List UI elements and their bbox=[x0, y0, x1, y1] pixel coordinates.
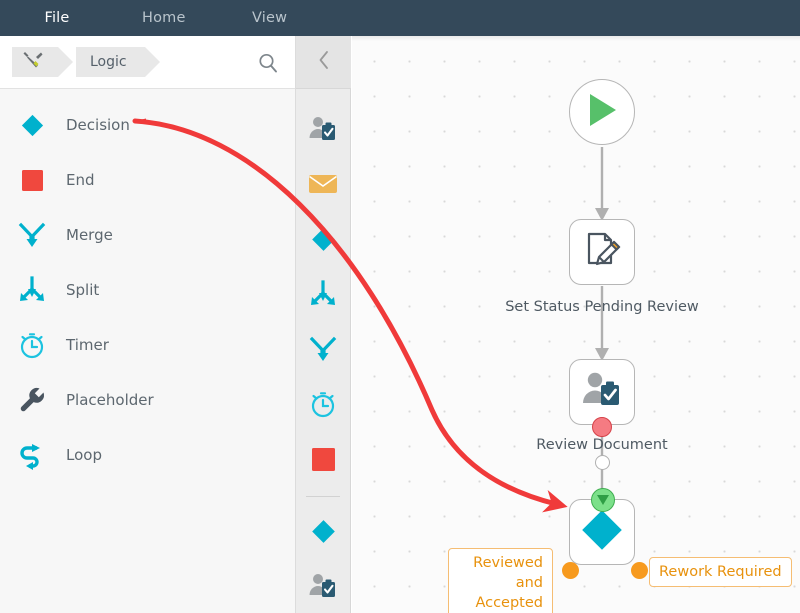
diamond-icon bbox=[308, 224, 338, 258]
palette-item-decision[interactable]: Decision bbox=[0, 97, 295, 152]
palette-item-placeholder[interactable]: Placeholder bbox=[0, 372, 295, 427]
envelope-icon bbox=[308, 173, 338, 199]
menu-item-file[interactable]: File bbox=[38, 10, 76, 26]
chevron-left-icon bbox=[316, 49, 332, 75]
palette-item-end[interactable]: End bbox=[0, 152, 295, 207]
palette-item-timer[interactable]: Timer bbox=[0, 317, 295, 372]
user-task-icon bbox=[580, 369, 624, 415]
left-panel: Logic Decision End Merge Split Timer Pla… bbox=[0, 36, 296, 613]
alarm-clock-icon bbox=[308, 389, 338, 423]
breadcrumb: Logic bbox=[12, 47, 160, 77]
branch-port-right[interactable] bbox=[631, 562, 648, 579]
strip-item-end[interactable] bbox=[296, 433, 350, 488]
breadcrumb-item-logic[interactable]: Logic bbox=[76, 47, 160, 77]
branch-port-left[interactable] bbox=[562, 562, 579, 579]
loop-icon bbox=[12, 438, 52, 472]
workflow-canvas[interactable]: Set Status Pending Review Review Documen… bbox=[352, 36, 800, 613]
palette-item-split[interactable]: Split bbox=[0, 262, 295, 317]
strip-item-email[interactable] bbox=[296, 158, 350, 213]
main-menubar: File Home View bbox=[0, 0, 800, 36]
node-label-review-document: Review Document bbox=[536, 437, 668, 453]
tool-strip-list bbox=[296, 89, 350, 613]
triangle-down-icon bbox=[597, 495, 609, 505]
palette-item-label: Merge bbox=[66, 225, 113, 244]
palette-item-label: Placeholder bbox=[66, 390, 154, 409]
node-label-set-status: Set Status Pending Review bbox=[505, 299, 699, 315]
strip-item-merge[interactable] bbox=[296, 323, 350, 378]
merge-arrow-icon bbox=[308, 334, 338, 368]
palette-item-label: Loop bbox=[66, 445, 102, 464]
canvas-top-shadow bbox=[352, 36, 800, 41]
palette-item-loop[interactable]: Loop bbox=[0, 427, 295, 482]
collapse-panel-button[interactable] bbox=[296, 36, 351, 89]
branch-label-reviewed-accepted[interactable]: Reviewed and Accepted bbox=[448, 548, 553, 613]
breadcrumb-bar: Logic bbox=[0, 36, 295, 89]
tools-icon bbox=[22, 50, 44, 74]
tool-strip bbox=[296, 36, 351, 613]
user-task-icon bbox=[308, 115, 338, 147]
strip-item-user-task-2[interactable] bbox=[296, 560, 350, 613]
node-badge-decision[interactable] bbox=[591, 488, 615, 512]
connector-handle[interactable] bbox=[595, 455, 610, 470]
square-icon bbox=[12, 163, 52, 197]
diamond-icon bbox=[12, 108, 52, 142]
node-review-document[interactable] bbox=[569, 359, 635, 425]
split-arrow-icon bbox=[308, 279, 338, 313]
strip-item-decision[interactable] bbox=[296, 213, 350, 268]
shape-palette-list: Decision End Merge Split Timer Placehold… bbox=[0, 89, 295, 482]
branch-label-rework-required[interactable]: Rework Required bbox=[649, 557, 792, 587]
search-icon[interactable] bbox=[255, 50, 281, 76]
merge-arrow-icon bbox=[12, 218, 52, 252]
strip-item-timer[interactable] bbox=[296, 378, 350, 433]
user-task-icon bbox=[308, 572, 338, 604]
wrench-icon bbox=[12, 383, 52, 417]
square-end-icon bbox=[308, 444, 338, 478]
strip-item-decision-2[interactable] bbox=[296, 505, 350, 560]
play-icon bbox=[584, 91, 620, 133]
document-edit-icon bbox=[581, 229, 623, 275]
palette-item-merge[interactable]: Merge bbox=[0, 207, 295, 262]
menu-item-view[interactable]: View bbox=[246, 10, 290, 26]
palette-item-label: End bbox=[66, 170, 95, 189]
tool-strip-divider bbox=[306, 496, 340, 497]
strip-item-user-task[interactable] bbox=[296, 103, 350, 158]
alarm-clock-icon bbox=[12, 328, 52, 362]
palette-item-label: Split bbox=[66, 280, 100, 299]
palette-item-label: Timer bbox=[66, 335, 109, 354]
diamond-icon bbox=[579, 507, 625, 557]
diamond-icon bbox=[308, 516, 338, 550]
app-window: File Home View Logic Decision End Merge … bbox=[0, 0, 800, 613]
breadcrumb-label: Logic bbox=[90, 54, 127, 70]
menu-item-home[interactable]: Home bbox=[136, 10, 185, 26]
node-status-badge-review[interactable] bbox=[592, 417, 612, 437]
palette-item-label: Decision bbox=[66, 115, 130, 134]
strip-item-split[interactable] bbox=[296, 268, 350, 323]
split-arrow-icon bbox=[12, 273, 52, 307]
breadcrumb-home[interactable] bbox=[12, 47, 73, 77]
node-start[interactable] bbox=[569, 79, 635, 145]
node-set-status[interactable] bbox=[569, 219, 635, 285]
